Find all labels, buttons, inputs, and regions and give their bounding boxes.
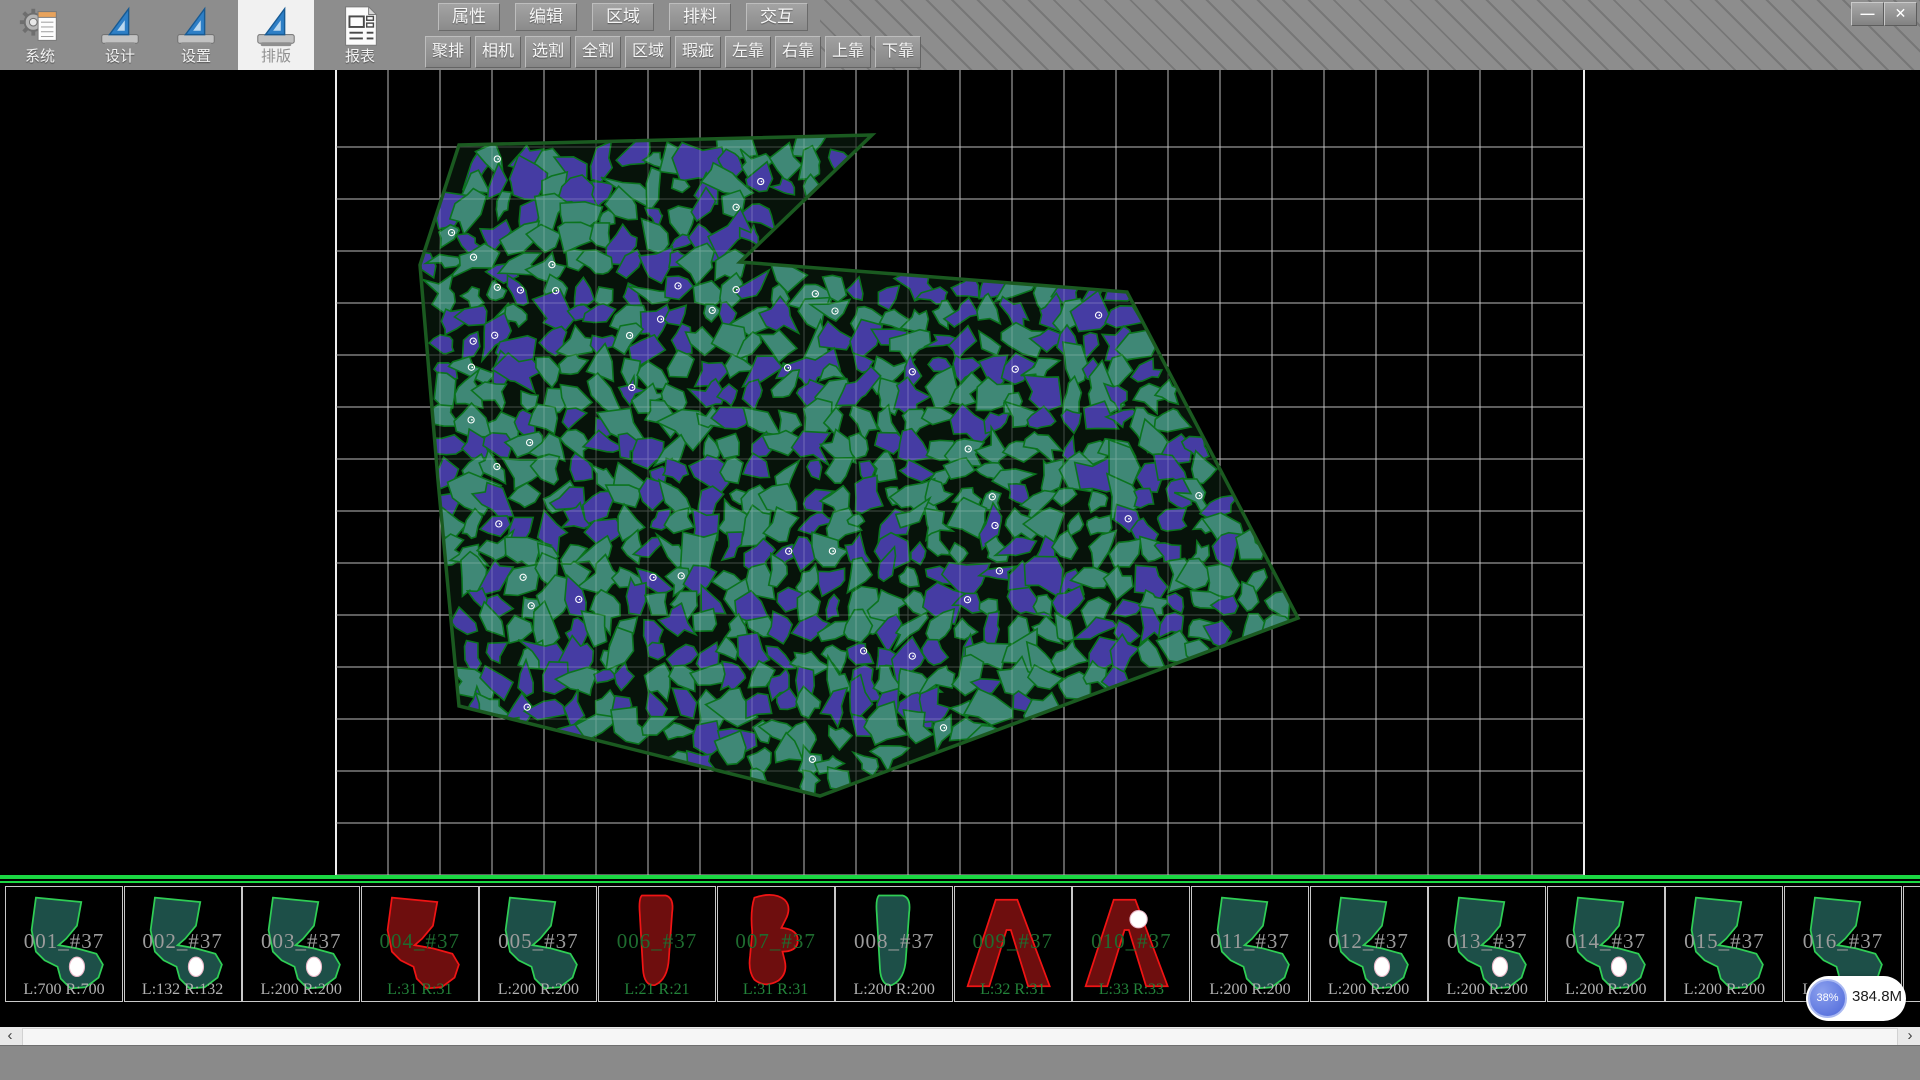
scrollbar-thumb[interactable] xyxy=(22,1028,1898,1046)
mode-button-3[interactable]: 设置 xyxy=(158,0,234,70)
set-square-icon xyxy=(173,3,219,49)
piece-name: 011_#37 xyxy=(1192,929,1308,954)
tool-button-4[interactable]: 全割 xyxy=(575,36,621,68)
mode-button-label: 设计 xyxy=(84,49,156,65)
piece-lr-count: L:132 R:132 xyxy=(125,981,241,999)
menu-tab-2[interactable]: 编辑 xyxy=(515,3,577,31)
menu-tab-4[interactable]: 排料 xyxy=(669,3,731,31)
piece-lr-count: L:21 R:21 xyxy=(599,981,715,999)
piece-name: 014_#37 xyxy=(1548,929,1664,954)
piece-name: 004_#37 xyxy=(362,929,478,954)
piece-thumbnail-013_#37[interactable]: 013_#37 L:200 R:200 xyxy=(1428,886,1546,1002)
piece-lr-count: L:200 R:200 xyxy=(1666,981,1782,999)
piece-thumbnail-015_#37[interactable]: 015_#37 L:200 R:200 xyxy=(1665,886,1783,1002)
piece-thumbnail-008_#37[interactable]: 008_#37 L:200 R:200 xyxy=(835,886,953,1002)
mode-button-2[interactable]: 设计 xyxy=(84,0,156,70)
piece-lr-count: L:200 R:200 xyxy=(243,981,359,999)
piece-thumbnail-006_#37[interactable]: 006_#37 L:21 R:21 xyxy=(598,886,716,1002)
piece-filmstrip: 001_#37L:700 R:700002_#37L:132 R:132003_… xyxy=(0,875,1920,1008)
mode-button-label: 报表 xyxy=(322,49,398,65)
piece-name: 012_#37 xyxy=(1311,929,1427,954)
piece-name: 002_#37 xyxy=(125,929,241,954)
scroll-left-arrow[interactable]: ‹ xyxy=(0,1027,20,1045)
piece-thumbnail-017_#37[interactable]: 017_#37 L:200 R:200 xyxy=(1903,886,1920,1002)
mode-button-label: 系统 xyxy=(4,49,76,65)
scroll-right-arrow[interactable]: › xyxy=(1900,1027,1920,1045)
piece-thumbnail-014_#37[interactable]: 014_#37 L:200 R:200 xyxy=(1547,886,1665,1002)
piece-lr-count: L:31 R:31 xyxy=(718,981,834,999)
piece-name: 005_#37 xyxy=(480,929,596,954)
piece-lr-count: L:200 R:200 xyxy=(1548,981,1664,999)
piece-name: 010_#37 xyxy=(1073,929,1189,954)
piece-thumbnail-001_#37[interactable]: 001_#37 L:700 R:700 xyxy=(5,886,123,1002)
tool-button-5[interactable]: 区域 xyxy=(625,36,671,68)
piece-thumbnail-009_#37[interactable]: 009_#37 L:32 R:31 xyxy=(954,886,1072,1002)
piece-name: 007_#37 xyxy=(718,929,834,954)
piece-thumbnail-011_#37[interactable]: 011_#37 L:200 R:200 xyxy=(1191,886,1309,1002)
tool-button-9[interactable]: 上靠 xyxy=(825,36,871,68)
piece-thumbnail-007_#37[interactable]: 007_#37 L:31 R:31 xyxy=(717,886,835,1002)
mode-button-5[interactable]: 报表 xyxy=(322,0,398,70)
piece-thumbnail-004_#37[interactable]: 004_#37 L:31 R:31 xyxy=(361,886,479,1002)
ribbon-toolbar: 系统设计设置排版报表 属性编辑区域排料交互 聚排相机选割全割区域瑕疵左靠右靠上靠… xyxy=(0,0,1920,72)
mode-button-label: 设置 xyxy=(158,49,234,65)
nesting-canvas[interactable] xyxy=(0,70,1920,875)
piece-name: 016_#37 xyxy=(1785,929,1901,954)
piece-name: 015_#37 xyxy=(1666,929,1782,954)
tool-button-2[interactable]: 相机 xyxy=(475,36,521,68)
piece-lr-count: L:200 R:200 xyxy=(836,981,952,999)
menu-tab-3[interactable]: 区域 xyxy=(592,3,654,31)
percent-circle-icon: 38% xyxy=(1808,979,1847,1018)
piece-lr-count: L:32 R:31 xyxy=(955,981,1071,999)
piece-name: 009_#37 xyxy=(955,929,1071,954)
piece-lr-count: L:33 R:33 xyxy=(1073,981,1189,999)
tool-button-6[interactable]: 瑕疵 xyxy=(675,36,721,68)
filmstrip-divider-line xyxy=(0,875,1920,879)
set-square-icon xyxy=(253,3,299,49)
piece-lr-count: L:31 R:31 xyxy=(362,981,478,999)
tool-button-10[interactable]: 下靠 xyxy=(875,36,921,68)
piece-lr-count: L:200 R:200 xyxy=(480,981,596,999)
bottom-status-bar xyxy=(0,1045,1920,1080)
mode-button-4[interactable]: 排版 xyxy=(238,0,314,70)
horizontal-scrollbar[interactable]: ‹ › xyxy=(0,1027,1920,1045)
titlebar-hatch-texture xyxy=(820,0,1920,70)
application-window: 系统设计设置排版报表 属性编辑区域排料交互 聚排相机选割全割区域瑕疵左靠右靠上靠… xyxy=(0,0,1920,1080)
report-document-icon xyxy=(337,3,383,49)
piece-thumbnail-010_#37[interactable]: 010_#37 L:33 R:33 xyxy=(1072,886,1190,1002)
piece-lr-count: L:700 R:700 xyxy=(6,981,122,999)
memory-value: 384.8M xyxy=(1852,988,1902,1005)
piece-name: 001_#37 xyxy=(6,929,122,954)
piece-name: 003_#37 xyxy=(243,929,359,954)
menu-tab-1[interactable]: 属性 xyxy=(438,3,500,31)
system-gear-icon xyxy=(17,3,63,49)
piece-thumbnail-003_#37[interactable]: 003_#37 L:200 R:200 xyxy=(242,886,360,1002)
piece-name: 017_#37 xyxy=(1904,929,1920,954)
piece-lr-count: L:200 R:200 xyxy=(1192,981,1308,999)
mode-button-1[interactable]: 系统 xyxy=(4,0,76,70)
close-button[interactable]: ✕ xyxy=(1884,2,1917,26)
piece-name: 008_#37 xyxy=(836,929,952,954)
filmstrip-divider-line xyxy=(0,881,1920,883)
minimize-button[interactable]: — xyxy=(1851,2,1884,26)
piece-lr-count: L:200 R:200 xyxy=(1311,981,1427,999)
tool-button-3[interactable]: 选割 xyxy=(525,36,571,68)
piece-lr-count: L:200 R:200 xyxy=(1904,981,1920,999)
piece-thumbnail-002_#37[interactable]: 002_#37 L:132 R:132 xyxy=(124,886,242,1002)
tool-button-1[interactable]: 聚排 xyxy=(425,36,471,68)
tool-button-7[interactable]: 左靠 xyxy=(725,36,771,68)
set-square-icon xyxy=(97,3,143,49)
mode-button-label: 排版 xyxy=(238,49,314,65)
menu-tab-5[interactable]: 交互 xyxy=(746,3,808,31)
piece-lr-count: L:200 R:200 xyxy=(1429,981,1545,999)
piece-name: 006_#37 xyxy=(599,929,715,954)
piece-name: 013_#37 xyxy=(1429,929,1545,954)
piece-thumbnail-012_#37[interactable]: 012_#37 L:200 R:200 xyxy=(1310,886,1428,1002)
memory-usage-badge[interactable]: 38% 384.8M xyxy=(1806,976,1906,1021)
piece-thumbnail-005_#37[interactable]: 005_#37 L:200 R:200 xyxy=(479,886,597,1002)
tool-button-8[interactable]: 右靠 xyxy=(775,36,821,68)
